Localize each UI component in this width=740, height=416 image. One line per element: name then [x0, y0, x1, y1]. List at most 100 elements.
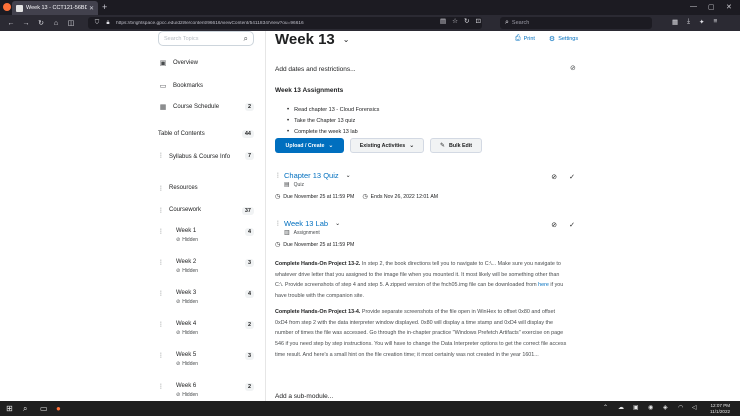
week-label: Week 1	[176, 228, 197, 234]
toc-item-week-4[interactable]: ⋮ Week 4 ⊘ Hidden 2	[158, 321, 254, 336]
week-label: Week 6	[176, 383, 197, 389]
add-dates-link[interactable]: Add dates and restrictions...	[275, 66, 356, 73]
wifi-icon[interactable]: ◠	[678, 404, 683, 413]
drag-handle-icon[interactable]: ⋮	[275, 172, 284, 179]
tab-title: Week 13 - CCT121-56BD: Computer Forensic…	[26, 5, 87, 11]
taskbar-clock[interactable]: 12:07 PM 11/1/2022	[710, 403, 730, 414]
tray-chevron-icon[interactable]: ⌃	[603, 404, 608, 413]
chevron-down-icon[interactable]: ⌄	[346, 172, 351, 179]
add-submodule-link[interactable]: Add a sub-module...	[275, 393, 333, 400]
download-here-link[interactable]: here	[538, 282, 549, 288]
toc-item-week-2[interactable]: ⋮ Week 2 ⊘ Hidden 3	[158, 259, 254, 274]
item-type: Assignment	[293, 229, 320, 236]
url-text[interactable]: https://brightspace.gpcc.edu/d2l/le/cont…	[116, 21, 477, 26]
download-icon[interactable]: ⤓	[687, 18, 690, 26]
visibility-toggle-icon[interactable]: ⊘	[551, 221, 557, 229]
checkmark-icon[interactable]: ✓	[569, 173, 575, 181]
search-bar[interactable]: ⌕ Search	[500, 17, 652, 29]
tab-close-icon[interactable]: ✕	[89, 5, 94, 12]
refresh-page-icon[interactable]: ↻	[464, 17, 469, 25]
shield-icon[interactable]: ⛉	[93, 20, 101, 27]
zoom-icon[interactable]: ⊡	[475, 17, 480, 25]
windows-start-icon[interactable]: ⊞	[6, 404, 13, 413]
search-icon[interactable]: ⌕	[244, 34, 248, 44]
print-button[interactable]: ⎙ Print	[515, 35, 535, 43]
visibility-toggle-icon[interactable]: ⊘	[570, 64, 576, 72]
count-badge: 44	[241, 130, 254, 138]
drag-handle-icon[interactable]: ⋮	[158, 290, 164, 297]
tray-app-icon[interactable]: ◉	[648, 404, 653, 413]
existing-activities-label: Existing Activities	[359, 142, 406, 149]
lock-icon[interactable]: 🔒︎	[104, 20, 112, 27]
reload-icon[interactable]: ↻	[37, 19, 45, 27]
chevron-down-icon[interactable]: ⌄	[343, 35, 350, 44]
toc-item-syllabus[interactable]: ⋮ Syllabus & Course Info 7	[158, 152, 254, 163]
firefox-taskbar-icon[interactable]: ●	[56, 404, 61, 413]
forward-icon[interactable]: →	[22, 20, 30, 27]
extensions-icon[interactable]: ✦	[699, 18, 704, 26]
search-topics-input[interactable]: Search Topics ⌕	[158, 31, 254, 46]
module-content: Week 13 ⌄ ⎙ Print ⚙ Settings Add dates a…	[267, 31, 740, 401]
bookmark-icon: ▭	[159, 83, 167, 90]
menu-icon[interactable]: ≡	[713, 18, 717, 26]
taskbar-search-icon[interactable]: ⌕	[23, 404, 27, 413]
lab-description-1: Complete Hands-On Project 13-2. In step …	[275, 259, 567, 302]
tray-app-icon[interactable]: ◈	[663, 404, 668, 413]
item-type: Quiz	[293, 181, 304, 188]
eye-slash-icon: ⊘	[176, 299, 181, 305]
chevron-down-icon[interactable]: ⌄	[335, 220, 340, 227]
drag-handle-icon[interactable]: ⋮	[158, 152, 164, 159]
eye-slash-icon: ⊘	[176, 361, 181, 367]
minimize-icon[interactable]: —	[690, 3, 697, 10]
task-view-icon[interactable]: ▭	[40, 404, 48, 413]
window-close-icon[interactable]: ✕	[726, 3, 732, 11]
toc-item-week-3[interactable]: ⋮ Week 3 ⊘ Hidden 4	[158, 290, 254, 305]
hidden-text: Hidden	[182, 237, 199, 243]
count-badge: 4	[244, 290, 254, 298]
chevron-down-icon: ⌄	[409, 143, 415, 149]
maximize-icon[interactable]: ▢	[708, 3, 715, 11]
table-of-contents-heading[interactable]: Table of Contents 44	[158, 130, 254, 138]
drag-handle-icon[interactable]: ⋮	[275, 220, 284, 227]
drag-handle-icon[interactable]: ⋮	[158, 228, 164, 235]
sidebar-item-course-schedule[interactable]: ▦ Course Schedule 2	[158, 103, 254, 111]
reader-view-icon[interactable]: ▤	[440, 17, 446, 25]
upload-create-button[interactable]: Upload / Create ⌄	[275, 138, 344, 153]
drag-handle-icon[interactable]: ⋮	[158, 259, 164, 266]
pocket-icon[interactable]: ◫	[67, 19, 75, 27]
drag-handle-icon[interactable]: ⋮	[158, 185, 164, 192]
sidebar-item-bookmarks[interactable]: ▭ Bookmarks	[158, 82, 254, 90]
volume-icon[interactable]: ◁	[692, 404, 697, 413]
browser-tab-active[interactable]: Week 13 - CCT121-56BD: Computer Forensic…	[12, 1, 98, 15]
back-icon[interactable]: ←	[7, 20, 15, 27]
toc-item-resources[interactable]: ⋮ Resources	[158, 185, 254, 192]
drag-handle-icon[interactable]: ⋮	[158, 352, 164, 359]
toc-item-coursework[interactable]: ⋮ Coursework 37	[158, 207, 254, 215]
hidden-status: ⊘ Hidden	[176, 330, 245, 336]
new-tab-icon[interactable]: +	[102, 2, 107, 12]
checkmark-icon[interactable]: ✓	[569, 221, 575, 229]
week-label: Week 5	[176, 352, 197, 358]
week-label: Week 3	[176, 290, 197, 296]
library-icon[interactable]: ▦	[672, 18, 678, 26]
sidebar-item-overview[interactable]: ▣ Overview	[158, 59, 254, 67]
drag-handle-icon[interactable]: ⋮	[158, 383, 164, 390]
url-bar[interactable]: ⛉ 🔒︎ https://brightspace.gpcc.edu/d2l/le…	[88, 17, 482, 29]
bulk-edit-button[interactable]: ✎ Bulk Edit	[430, 138, 482, 153]
tray-app-icon[interactable]: ▣	[633, 404, 639, 413]
bookmark-star-icon[interactable]: ☆	[452, 17, 458, 25]
visibility-toggle-icon[interactable]: ⊘	[551, 173, 557, 181]
existing-activities-button[interactable]: Existing Activities ⌄	[350, 138, 424, 153]
lab-title-link[interactable]: Week 13 Lab	[284, 219, 328, 228]
toc-item-week-1[interactable]: ⋮ Week 1 ⊘ Hidden 4	[158, 228, 254, 243]
drag-handle-icon[interactable]: ⋮	[158, 207, 164, 214]
toc-item-week-5[interactable]: ⋮ Week 5 ⊘ Hidden 3	[158, 352, 254, 367]
browser-tab-bar: Week 13 - CCT121-56BD: Computer Forensic…	[0, 0, 740, 15]
settings-button[interactable]: ⚙ Settings	[549, 35, 578, 43]
week-label: Week 2	[176, 259, 197, 265]
toc-item-week-6[interactable]: ⋮ Week 6 ⊘ Hidden 2	[158, 383, 254, 398]
quiz-title-link[interactable]: Chapter 13 Quiz	[284, 171, 339, 180]
onedrive-icon[interactable]: ☁	[618, 404, 624, 413]
home-icon[interactable]: ⌂	[52, 20, 60, 27]
drag-handle-icon[interactable]: ⋮	[158, 321, 164, 328]
